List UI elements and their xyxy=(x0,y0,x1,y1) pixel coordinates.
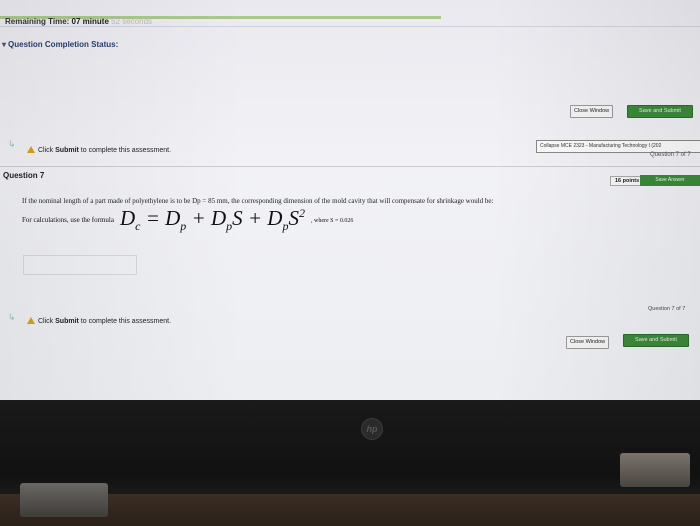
remaining-time-label: Remaining Time: xyxy=(5,17,70,26)
left-hinge xyxy=(20,483,108,517)
save-and-submit-button-bottom[interactable]: Save and Submit xyxy=(623,334,689,347)
shrinkage-formula: Dc = Dp + DpS + DpS2 xyxy=(119,206,305,234)
question-text: If the nominal length of a part made of … xyxy=(22,197,494,205)
question-completion-status[interactable]: ▾ Question Completion Status: xyxy=(2,40,118,49)
submit-note-bold: Submit xyxy=(55,318,79,325)
question-divider xyxy=(0,166,700,167)
question-counter-bottom: Question 7 of 7 xyxy=(648,306,686,312)
right-hinge xyxy=(620,453,690,487)
question-completion-status-label: Question Completion Status: xyxy=(8,40,119,49)
warning-icon xyxy=(27,317,35,324)
collapse-arrow-icon: ▾ xyxy=(2,40,7,49)
submit-instruction-top: Click Submit to complete this assessment… xyxy=(27,146,171,154)
remaining-time: Remaining Time: 07 minute 52 seconds xyxy=(5,17,152,26)
save-answer-button[interactable]: Save Answer xyxy=(640,175,700,186)
return-arrow-icon: ↳ xyxy=(8,312,16,322)
close-window-button-bottom[interactable]: Close Window xyxy=(566,336,610,349)
answer-input[interactable] xyxy=(23,255,137,275)
timer-bar: Remaining Time: 07 minute 52 seconds xyxy=(0,4,700,27)
submit-instruction-bottom: Click Submit to complete this assessment… xyxy=(27,317,171,325)
submit-note-suffix: to complete this assessment. xyxy=(78,147,172,154)
submit-note-prefix: Click xyxy=(38,147,56,154)
formula-lead-text: For calculations, use the formula xyxy=(22,216,114,224)
close-window-button-top[interactable]: Close Window xyxy=(570,105,614,118)
submit-note-suffix: to complete this assessment. xyxy=(78,318,172,325)
save-and-submit-button-top[interactable]: Save and Submit xyxy=(627,105,693,118)
question-counter-top: Question 7 of 7 xyxy=(650,152,691,158)
formula-line: For calculations, use the formula Dc = D… xyxy=(22,206,353,234)
hp-logo: hp xyxy=(361,418,383,440)
return-arrow-icon: ↳ xyxy=(8,139,16,149)
browser-screen: Remaining Time: 07 minute 52 seconds ▾ Qu… xyxy=(0,0,700,400)
formula-tail-text: , where S = 0.026 xyxy=(310,218,354,224)
remaining-time-seconds: 52 seconds xyxy=(111,17,153,26)
question-title: Question 7 xyxy=(3,171,45,180)
remaining-time-value: 07 minute xyxy=(71,17,109,26)
submit-note-bold: Submit xyxy=(55,147,79,154)
submit-note-prefix: Click xyxy=(38,318,56,325)
warning-icon xyxy=(27,146,35,153)
